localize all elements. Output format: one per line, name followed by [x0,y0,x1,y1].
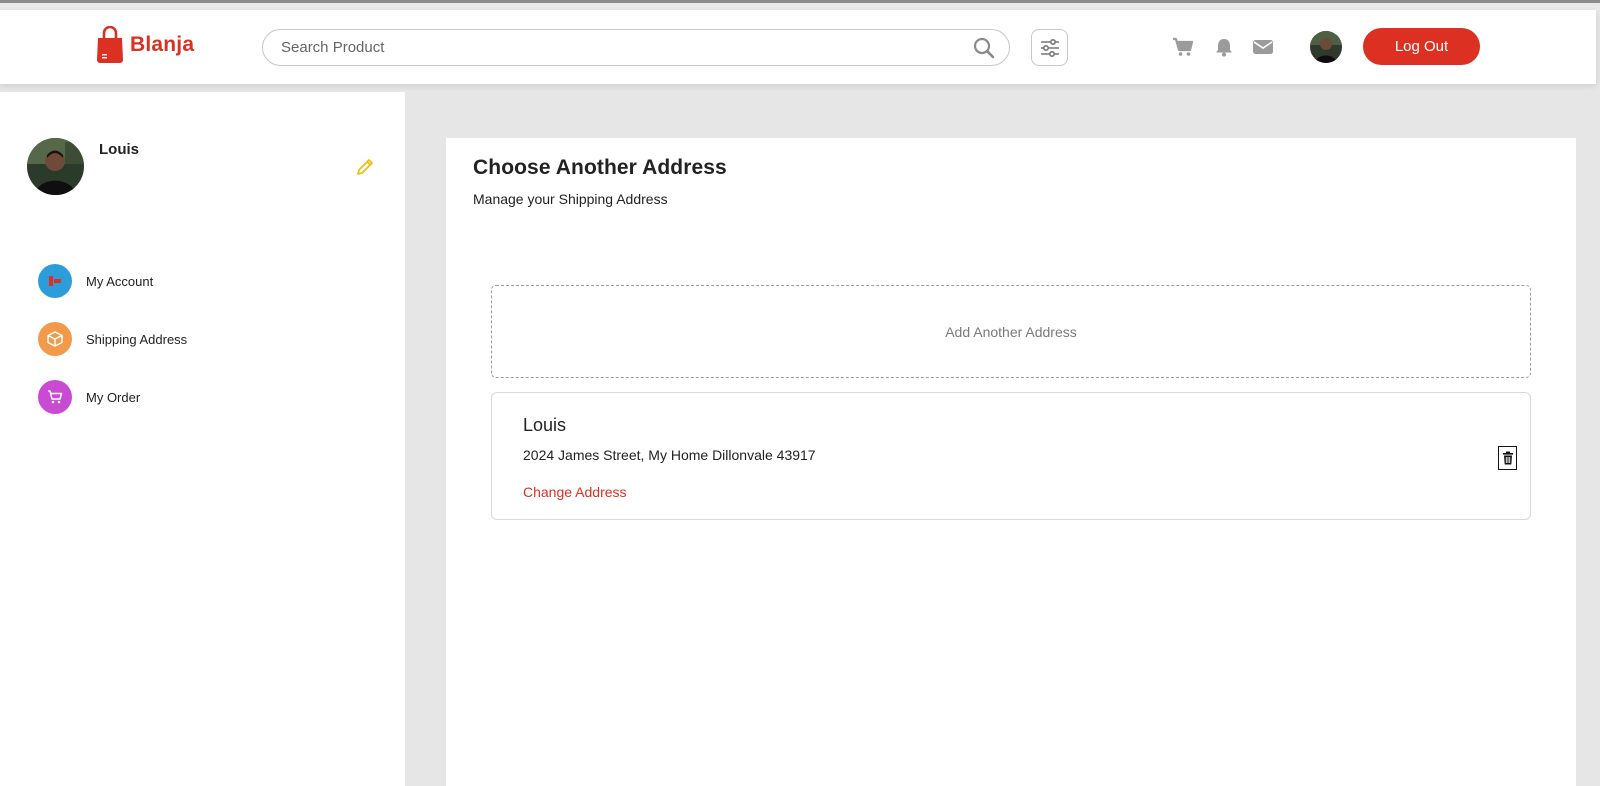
sidebar: Louis My Account Shipping Address My Ord… [0,92,405,786]
address-recipient-name: Louis [523,415,567,435]
sidebar-item-label: My Order [86,389,141,405]
shipping-address-panel: Choose Another Address Manage your Shipp… [446,138,1576,786]
sidebar-item-my-order[interactable]: My Order [38,380,140,414]
address-text: 2024 James Street, My Home Dillonvale 43… [523,447,816,463]
package-icon [38,322,72,356]
add-address-label: Add Another Address [945,323,1077,340]
brand-name: Blanja [130,33,195,56]
profile-photo [27,138,84,195]
add-address-button[interactable]: Add Another Address [491,285,1531,378]
browser-top-strip [0,0,1600,10]
search-icon[interactable] [973,37,995,59]
top-navbar: Blanja Search Product Log Out [0,10,1596,84]
logout-button[interactable]: Log Out [1363,28,1480,65]
trash-icon [1502,451,1513,465]
sidebar-item-my-account[interactable]: My Account [38,264,153,298]
filter-button[interactable] [1031,29,1068,66]
page-subtitle: Manage your Shipping Address [473,191,668,207]
filter-icon [1040,38,1059,57]
search-input[interactable] [281,30,961,65]
delete-address-button[interactable] [1498,446,1517,470]
mail-icon[interactable] [1252,37,1274,57]
profile-avatar [27,138,84,195]
avatar-photo [1310,31,1342,63]
sidebar-item-shipping-address[interactable]: Shipping Address [38,322,187,356]
user-icon [38,264,72,298]
address-card: Louis 2024 James Street, My Home Dillonv… [491,392,1531,520]
bell-icon[interactable] [1213,37,1235,57]
cart-icon[interactable] [1172,37,1194,57]
change-address-link[interactable]: Change Address [523,484,627,500]
profile-name: Louis [99,141,139,158]
search-bar [262,29,1010,66]
sidebar-item-label: My Account [86,273,154,289]
brand-logo[interactable]: Blanja [96,26,194,64]
pencil-icon[interactable] [355,157,375,177]
sidebar-item-label: Shipping Address [86,331,188,347]
page-title: Choose Another Address [473,156,727,179]
cart-icon [38,380,72,414]
user-avatar[interactable] [1310,31,1342,63]
shopping-bag-icon [97,26,123,63]
